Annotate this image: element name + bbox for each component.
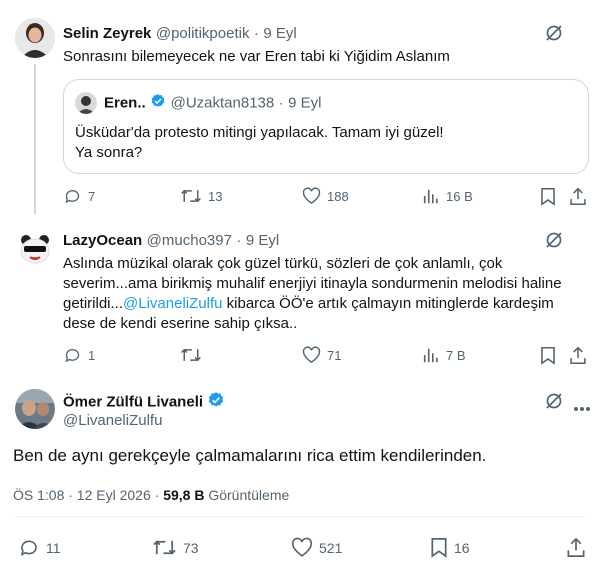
retweet-icon: [153, 540, 176, 555]
avatar[interactable]: [15, 18, 55, 58]
handle[interactable]: @LivaneliZulfu: [63, 412, 162, 429]
quote-card[interactable]: Eren.. @Uzaktan8138 · 9 Eyl Üsküdar'da p…: [63, 79, 589, 174]
quote-display-name: Eren..: [104, 94, 146, 112]
separator: ·: [253, 25, 259, 42]
reply-icon: [20, 540, 37, 556]
quote-handle: @Uzaktan8138: [170, 94, 275, 112]
quote-avatar: [75, 92, 97, 114]
thread-line: [34, 64, 36, 214]
reply-count: 1: [88, 347, 96, 363]
verified-badge-icon: [150, 93, 166, 114]
handle[interactable]: @politikpoetik: [156, 25, 250, 42]
bookmark-button[interactable]: 16: [430, 537, 470, 558]
share-icon: [570, 187, 586, 206]
quote-date: 9 Eyl: [288, 94, 322, 112]
share-icon: [570, 346, 586, 365]
more-options-icon[interactable]: [573, 399, 591, 417]
tweet-date[interactable]: 9 Eyl: [246, 232, 279, 249]
tweet-text-line: Aslında müzikal olarak çok güzel türkü, …: [63, 255, 503, 272]
share-button[interactable]: [569, 187, 587, 206]
retweet-button[interactable]: 73: [152, 537, 199, 558]
like-count: 188: [327, 188, 349, 204]
tweet-text-segment: kibarca ÖÖ'e artık çalmayın mitinglerde …: [222, 295, 554, 312]
display-name[interactable]: Selin Zeyrek: [63, 25, 151, 42]
reply-icon: [65, 349, 80, 363]
grok-icon[interactable]: [544, 23, 564, 48]
grok-icon[interactable]: [544, 230, 564, 255]
tweet-text-line: getirildi...@LivaneliZulfu kibarca ÖÖ'e …: [63, 294, 593, 314]
quote-text-line: Üsküdar'da protesto mitingi yapılacak. T…: [75, 124, 444, 141]
views-label: Görüntüleme: [208, 487, 290, 503]
heart-icon: [302, 346, 321, 363]
quote-text-line: Ya sonra?: [75, 144, 143, 161]
reply-button[interactable]: 1: [63, 346, 95, 364]
share-button[interactable]: [569, 346, 587, 365]
avatar-photo: [15, 389, 55, 429]
avatar[interactable]: [15, 229, 55, 269]
retweet-count: 73: [183, 539, 199, 556]
like-button[interactable]: 71: [302, 346, 341, 364]
retweet-button[interactable]: 13: [180, 187, 222, 205]
like-button[interactable]: 188: [302, 187, 349, 205]
views-button[interactable]: 7 B: [422, 346, 466, 364]
quote-separator: ·: [278, 94, 284, 112]
bookmark-button[interactable]: [540, 187, 556, 206]
grok-icon[interactable]: [544, 391, 564, 416]
bookmark-icon: [541, 187, 555, 206]
bookmark-icon: [541, 346, 555, 365]
mention-link[interactable]: @LivaneliZulfu: [123, 295, 222, 312]
views-count: 7 B: [446, 347, 466, 363]
tweet-text: Ben de aynı gerekçeyle çalmamalarını ric…: [13, 446, 487, 465]
bookmark-icon: [431, 538, 447, 558]
reply-count: 7: [88, 188, 96, 204]
like-count: 521: [319, 539, 343, 556]
panda-avatar-icon: [15, 229, 55, 269]
heart-icon: [302, 187, 321, 204]
reply-button[interactable]: 7: [63, 187, 95, 205]
retweet-icon: [181, 189, 201, 203]
retweet-icon: [181, 348, 201, 362]
tweet-text-line: dese de kendi eserine sahip çıksa..: [63, 315, 298, 332]
tweet-date[interactable]: 9 Eyl: [263, 25, 296, 42]
retweet-button[interactable]: [180, 346, 208, 364]
share-button[interactable]: [566, 537, 586, 558]
divider: [13, 516, 587, 517]
reply-count: 11: [46, 539, 61, 556]
views-count: 59,8 B: [163, 487, 205, 503]
display-name[interactable]: LazyOcean: [63, 232, 142, 249]
views-count: 16 B: [446, 188, 473, 204]
reply-button[interactable]: 11: [18, 537, 61, 558]
like-button[interactable]: 521: [291, 537, 342, 558]
bookmark-button[interactable]: [540, 346, 556, 365]
heart-icon: [291, 537, 313, 557]
tweet-text: Sonrasını bilemeyecek ne var Eren tabi k…: [63, 48, 450, 65]
views-icon: [423, 189, 438, 204]
views-icon: [423, 348, 438, 363]
handle[interactable]: @mucho397: [147, 232, 232, 249]
tweet-text-segment: getirildi...: [63, 295, 124, 312]
display-name[interactable]: Ömer Zülfü Livaneli: [63, 394, 203, 411]
bookmark-count: 16: [454, 539, 470, 556]
tweet-text-line: severim...ama birikmiş muhalif enerjiyi …: [63, 275, 562, 292]
share-icon: [567, 537, 585, 557]
avatar-photo: [15, 18, 55, 58]
avatar[interactable]: [15, 389, 55, 429]
verified-badge-icon[interactable]: [207, 391, 225, 414]
timestamp[interactable]: ÖS 1:08 · 12 Eyl 2026 ·: [13, 487, 159, 503]
retweet-count: 13: [208, 188, 223, 204]
like-count: 71: [327, 347, 342, 363]
separator: ·: [236, 232, 242, 249]
views-button[interactable]: 16 B: [422, 187, 473, 205]
reply-icon: [65, 190, 80, 204]
